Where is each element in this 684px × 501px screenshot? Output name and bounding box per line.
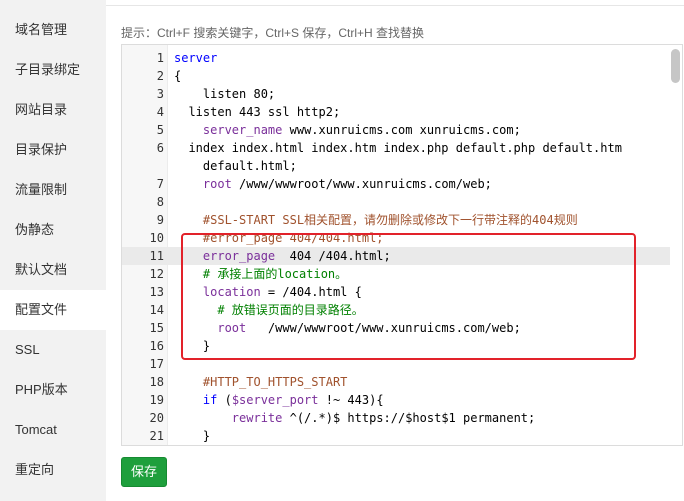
code-line[interactable]: 20 rewrite ^(/.*)$ https://$host$1 perma… xyxy=(122,409,670,427)
sidebar: 域名管理 子目录绑定 网站目录 目录保护 流量限制 伪静态 默认文档 配置文件 … xyxy=(0,0,106,501)
line-number: 5 xyxy=(156,123,164,137)
code-line[interactable]: 4 listen 443 ssl http2; xyxy=(122,103,670,121)
line-number: 18 xyxy=(149,375,164,389)
code-line[interactable]: 2{ xyxy=(122,67,670,85)
line-number: 3 xyxy=(156,87,164,101)
sidebar-item-directory-protection[interactable]: 目录保护 xyxy=(0,130,106,170)
sidebar-item-config-file[interactable]: 配置文件 xyxy=(0,290,106,330)
code-line[interactable]: 5 server_name www.xunruicms.com xunruicm… xyxy=(122,121,670,139)
editor-scrollbar[interactable] xyxy=(671,49,680,83)
line-number: 14 xyxy=(149,303,164,317)
code-line[interactable]: 21 } xyxy=(122,427,670,445)
line-number: 1 xyxy=(156,51,164,65)
line-number: 10 xyxy=(149,231,164,245)
code-text[interactable]: if ($server_port !~ 443){ xyxy=(174,391,384,409)
code-line[interactable]: 7 root /www/wwwroot/www.xunruicms.com/we… xyxy=(122,175,670,193)
sidebar-item-ssl[interactable]: SSL xyxy=(0,330,106,370)
code-text[interactable]: rewrite ^(/.*)$ https://$host$1 permanen… xyxy=(174,409,535,427)
line-number: 13 xyxy=(149,285,164,299)
line-number: 9 xyxy=(156,213,164,227)
line-number: 8 xyxy=(156,195,164,209)
line-number: 20 xyxy=(149,411,164,425)
code-text[interactable]: { xyxy=(174,67,181,85)
code-line[interactable]: 6 index index.html index.htm index.php d… xyxy=(122,139,670,157)
line-number: 11 xyxy=(149,249,164,263)
top-divider xyxy=(106,0,684,6)
editor-hint: 提示：Ctrl+F 搜索关键字，Ctrl+S 保存，Ctrl+H 查找替换 xyxy=(121,26,425,40)
code-text[interactable]: default.html; xyxy=(174,157,297,175)
code-text[interactable]: #SSL-START SSL相关配置，请勿删除或修改下一行带注释的404规则 xyxy=(174,211,578,229)
code-line[interactable]: 18 #HTTP_TO_HTTPS_START xyxy=(122,373,670,391)
sidebar-item-tomcat[interactable]: Tomcat xyxy=(0,410,106,450)
line-number: 16 xyxy=(149,339,164,353)
code-text[interactable]: index index.html index.htm index.php def… xyxy=(174,139,622,157)
sidebar-item-domain[interactable]: 域名管理 xyxy=(0,10,106,50)
code-text[interactable]: listen 80; xyxy=(174,85,275,103)
code-text[interactable]: #HTTP_TO_HTTPS_START xyxy=(174,373,348,391)
line-number: 15 xyxy=(149,321,164,335)
sidebar-item-rewrite[interactable]: 伪静态 xyxy=(0,210,106,250)
sidebar-item-site-directory[interactable]: 网站目录 xyxy=(0,90,106,130)
line-number: 6 xyxy=(156,141,164,155)
line-number: 17 xyxy=(149,357,164,371)
code-text[interactable]: listen 443 ssl http2; xyxy=(174,103,340,121)
code-text[interactable]: server_name www.xunruicms.com xunruicms.… xyxy=(174,121,521,139)
code-line[interactable]: 1 server xyxy=(122,49,670,67)
code-text[interactable]: server xyxy=(174,49,217,67)
sidebar-item-default-document[interactable]: 默认文档 xyxy=(0,250,106,290)
line-number: 4 xyxy=(156,105,164,119)
annotation-highlight-box xyxy=(181,233,636,360)
save-button[interactable]: 保存 xyxy=(121,457,167,487)
sidebar-item-php-version[interactable]: PHP版本 xyxy=(0,370,106,410)
code-line[interactable]: 8 xyxy=(122,193,670,211)
line-number: 21 xyxy=(149,429,164,443)
sidebar-item-traffic-limit[interactable]: 流量限制 xyxy=(0,170,106,210)
line-number: 7 xyxy=(156,177,164,191)
code-line[interactable]: 9 #SSL-START SSL相关配置，请勿删除或修改下一行带注释的404规则 xyxy=(122,211,670,229)
line-number: 2 xyxy=(156,69,164,83)
code-line[interactable]: default.html; xyxy=(122,157,670,175)
code-text[interactable]: root /www/wwwroot/www.xunruicms.com/web; xyxy=(174,175,492,193)
code-line[interactable]: 19 if ($server_port !~ 443){ xyxy=(122,391,670,409)
sidebar-item-subdir-binding[interactable]: 子目录绑定 xyxy=(0,50,106,90)
line-number: 12 xyxy=(149,267,164,281)
sidebar-item-redirect[interactable]: 重定向 xyxy=(0,450,106,490)
code-line[interactable]: 3 listen 80; xyxy=(122,85,670,103)
line-number: 19 xyxy=(149,393,164,407)
code-text[interactable]: } xyxy=(174,427,210,445)
